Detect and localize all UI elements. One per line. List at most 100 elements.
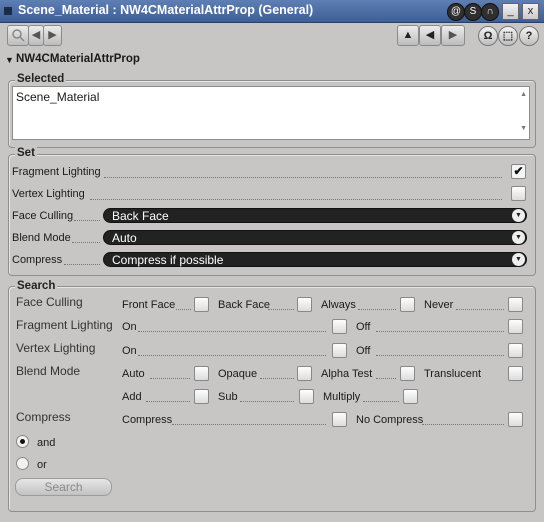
chevron-down-icon[interactable]: ▼ <box>512 231 525 244</box>
magnet-icon[interactable]: Ω <box>478 26 498 46</box>
leader-dots <box>358 309 396 310</box>
section-title: NW4CMaterialAttrProp <box>16 53 140 65</box>
nav-forward-button[interactable]: ▶ <box>43 25 62 46</box>
leader-dots <box>268 309 294 310</box>
compress-select[interactable]: Compress if possible ▼ <box>103 252 527 267</box>
set-group-title: Set <box>15 147 37 159</box>
close-button[interactable]: x <box>522 3 539 20</box>
opt-translucent-label: Translucent <box>424 368 482 380</box>
eyes-icon[interactable]: @ <box>447 3 465 21</box>
fragment-lighting-checkbox[interactable]: ✔ <box>511 164 526 179</box>
leader-dots <box>146 401 190 402</box>
face-culling-label: Face Culling <box>12 210 74 222</box>
checkmark-icon: ✔ <box>513 164 524 178</box>
selected-group-title: Selected <box>15 73 67 85</box>
window-title: Scene_Material : NW4CMaterialAttrProp (G… <box>18 3 314 17</box>
compress-value: Compress if possible <box>112 253 224 267</box>
selected-list[interactable]: Scene_Material ▲ ▼ <box>12 86 530 140</box>
translucent-checkbox[interactable] <box>508 366 523 381</box>
up-arrow-button[interactable]: ▲ <box>397 25 419 46</box>
and-radio[interactable] <box>16 435 29 448</box>
frag-on-checkbox[interactable] <box>332 319 347 334</box>
layout-icon[interactable]: ⬚ <box>498 26 518 46</box>
opt-frag-on-label: On <box>122 321 137 333</box>
opt-vert-on-label: On <box>122 345 137 357</box>
multiply-checkbox[interactable] <box>403 389 418 404</box>
leader-dots <box>376 331 504 332</box>
nav-back-button[interactable]: ◀ <box>28 25 44 46</box>
sub-checkbox[interactable] <box>299 389 314 404</box>
leader-dots <box>64 264 100 265</box>
window-title-bar: Scene_Material : NW4CMaterialAttrProp (G… <box>0 0 544 23</box>
search-group-title: Search <box>15 280 58 292</box>
search-blend-mode-label: Blend Mode <box>16 364 81 378</box>
never-checkbox[interactable] <box>508 297 523 312</box>
leader-dots <box>376 378 396 379</box>
search-fragment-lighting-label: Fragment Lighting <box>16 318 113 332</box>
no-compress-checkbox[interactable] <box>508 412 523 427</box>
vert-on-checkbox[interactable] <box>332 343 347 358</box>
and-radio-label: and <box>37 437 56 449</box>
left-arrow-button[interactable]: ◀ <box>419 25 441 46</box>
leader-dots <box>138 355 326 356</box>
collapse-triangle-icon[interactable]: ▼ <box>5 55 14 65</box>
leader-dots <box>74 220 100 221</box>
face-culling-value: Back Face <box>112 209 169 223</box>
add-checkbox[interactable] <box>194 389 209 404</box>
vertex-lighting-checkbox[interactable] <box>511 186 526 201</box>
opt-never-label: Never <box>424 299 454 311</box>
compress-checkbox[interactable] <box>332 412 347 427</box>
search-button[interactable]: Search <box>15 478 112 496</box>
blend-mode-select[interactable]: Auto ▼ <box>103 230 527 245</box>
vertex-lighting-label: Vertex Lighting <box>12 188 85 200</box>
leader-dots <box>172 424 326 425</box>
blend-mode-label: Blend Mode <box>12 232 71 244</box>
alpha-test-checkbox[interactable] <box>400 366 415 381</box>
always-checkbox[interactable] <box>400 297 415 312</box>
opt-vert-off-label: Off <box>356 345 371 357</box>
opt-alpha-test-label: Alpha Test <box>321 368 373 380</box>
leader-dots <box>240 401 294 402</box>
search-compress-label: Compress <box>16 410 71 424</box>
compress-label: Compress <box>12 254 63 266</box>
sync-icon[interactable]: S <box>464 3 482 21</box>
or-radio-label: or <box>37 459 47 471</box>
leader-dots <box>138 331 326 332</box>
frag-off-checkbox[interactable] <box>508 319 523 334</box>
leader-dots <box>90 199 502 200</box>
leader-dots <box>176 309 191 310</box>
radio-selected-dot <box>20 439 25 444</box>
lock-icon[interactable]: ∩ <box>481 3 499 21</box>
scroll-up-icon[interactable]: ▲ <box>520 91 527 98</box>
fragment-lighting-label: Fragment Lighting <box>12 166 101 178</box>
opt-always-label: Always <box>321 299 356 311</box>
front-face-checkbox[interactable] <box>194 297 209 312</box>
leader-dots <box>363 401 399 402</box>
opt-back-face-label: Back Face <box>218 299 270 311</box>
auto-checkbox[interactable] <box>194 366 209 381</box>
leader-dots <box>104 177 502 178</box>
opt-no-compress-label: No Compress <box>356 414 424 426</box>
chevron-down-icon[interactable]: ▼ <box>512 253 525 266</box>
help-icon[interactable]: ? <box>519 26 539 46</box>
opt-multiply-label: Multiply <box>323 391 361 403</box>
search-tool-button[interactable] <box>7 25 29 46</box>
minimize-button[interactable]: _ <box>502 3 519 20</box>
leader-dots <box>422 424 504 425</box>
opaque-checkbox[interactable] <box>297 366 312 381</box>
scroll-down-icon[interactable]: ▼ <box>520 125 527 132</box>
face-culling-select[interactable]: Back Face ▼ <box>103 208 527 223</box>
magnifier-icon <box>12 29 25 42</box>
opt-compress-label: Compress <box>122 414 173 426</box>
right-arrow-button[interactable]: ▶ <box>441 25 465 46</box>
opt-add-label: Add <box>122 391 142 403</box>
opt-sub-label: Sub <box>218 391 238 403</box>
back-face-checkbox[interactable] <box>297 297 312 312</box>
chevron-down-icon[interactable]: ▼ <box>512 209 525 222</box>
search-vertex-lighting-label: Vertex Lighting <box>16 341 96 355</box>
leader-dots <box>376 355 504 356</box>
vert-off-checkbox[interactable] <box>508 343 523 358</box>
window-menu-icon[interactable] <box>4 7 12 15</box>
or-radio[interactable] <box>16 457 29 470</box>
selected-item[interactable]: Scene_Material <box>16 90 99 104</box>
